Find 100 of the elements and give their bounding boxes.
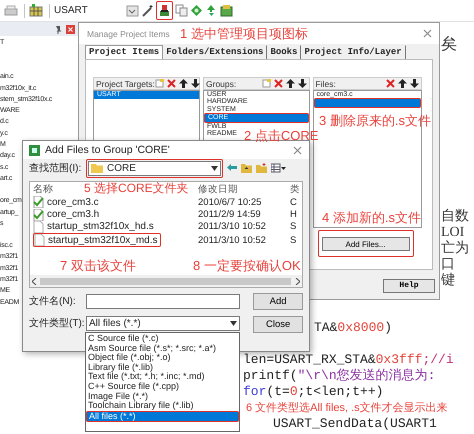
code-line: len=USART_RX_STA&0x3fff;//i	[243, 352, 454, 368]
document-icon	[33, 220, 44, 233]
file-date: 2011/3/10 10:52	[198, 221, 267, 232]
document-icon	[33, 196, 44, 208]
add-button[interactable]: Add	[253, 292, 303, 310]
column-header[interactable]: 修改日期	[198, 184, 238, 194]
column-header[interactable]: 名称	[33, 182, 53, 196]
annotation-text: 3 删除原来的.s文件	[319, 113, 431, 129]
down-arrow-icon[interactable]	[410, 79, 419, 88]
list-label: Files:	[316, 78, 336, 88]
down-arrow-icon[interactable]	[190, 79, 200, 88]
books-icon[interactable]	[220, 4, 233, 17]
annotation-text: 7 双击该文件	[60, 258, 136, 274]
code-fragment: 亡为	[441, 241, 470, 257]
folder-dropdown[interactable]: CORE	[88, 160, 221, 176]
app-icon	[29, 144, 40, 156]
code-line: TA&0x8000)	[314, 320, 392, 336]
delete-icon[interactable]	[166, 79, 176, 88]
diamond-icon[interactable]	[190, 4, 203, 17]
dropdown-option[interactable]: Toolchain Library file (*.lib)	[86, 401, 239, 411]
scroll-bar[interactable]	[30, 275, 302, 287]
stack-icon[interactable]	[158, 4, 171, 17]
code-fragment: LOI	[441, 225, 466, 240]
dropdown-option[interactable]: Library file (*.lib)	[86, 362, 239, 372]
window-icon[interactable]	[126, 4, 139, 17]
grid-icon[interactable]	[29, 4, 43, 17]
delete-icon[interactable]	[386, 79, 395, 88]
new-icon[interactable]	[262, 79, 270, 88]
close-icon[interactable]	[422, 28, 433, 39]
file-name[interactable]: core_cm3.c	[33, 196, 99, 208]
chevron-left-icon[interactable]	[32, 278, 37, 284]
close-button[interactable]: Close	[253, 316, 303, 333]
dropdown-option[interactable]: Text file (*.txt; *.h; *.inc; *.md)	[86, 372, 239, 382]
column-header[interactable]: 类	[290, 184, 300, 194]
file-date: 2010/6/7 10:25	[198, 196, 262, 208]
list-label: Project Targets:	[96, 78, 155, 88]
printer-icon[interactable]	[4, 4, 18, 16]
target-name[interactable]: USART	[54, 5, 88, 16]
code-line: USART_SendData(USART1	[273, 416, 437, 432]
file-name[interactable]: startup_stm32f10x_hd.s	[33, 220, 154, 233]
pin-icon[interactable]	[54, 24, 62, 34]
annotation-text: 5 选择CORE文件夹	[84, 180, 189, 196]
close-icon[interactable]	[292, 144, 303, 156]
file-type: S	[290, 234, 298, 246]
dropdown-option[interactable]: All files (*.*)	[87, 412, 238, 422]
file-date: 2011/2/9 14:59	[198, 209, 262, 220]
list-label: Groups:	[206, 78, 236, 88]
caret-icon	[230, 321, 238, 326]
dropdown-value: CORE	[107, 162, 137, 174]
caret-icon	[211, 166, 218, 170]
dropdown-value: All files (*.*)	[89, 318, 141, 329]
wand-icon[interactable]	[140, 4, 154, 17]
file-type: H	[290, 209, 298, 220]
code-line: for(t=0;t<len;t++)	[243, 384, 384, 400]
down-arrow-icon[interactable]	[298, 79, 306, 88]
up-arrow-icon[interactable]	[178, 79, 188, 88]
document-icon	[33, 208, 44, 221]
dropdown-option[interactable]: C++ Source file (*.cpp)	[86, 382, 239, 392]
dropdown-option[interactable]: C Source file (*.c)	[86, 334, 239, 344]
annotation-text: 8 一定要按确认OK	[193, 258, 301, 274]
help-button[interactable]: Help	[383, 278, 435, 292]
tab[interactable]: Project Items	[85, 45, 164, 59]
code-fragment: 键	[441, 273, 456, 289]
code-fragment: 矣	[441, 37, 458, 53]
annotation-text: 2 点击CORE	[244, 128, 318, 144]
add-files-button[interactable]: Add Files...	[322, 237, 410, 251]
file-name[interactable]: startup_stm32f10x_md.s	[34, 234, 158, 246]
code-fragment: 自数	[441, 209, 470, 225]
annotation-text: 1 选中管理项目项图标	[180, 26, 308, 42]
up-folder-icon[interactable]	[241, 163, 252, 173]
dialog-title: Manage Project Items	[87, 28, 170, 38]
document-icon	[34, 234, 45, 246]
folder-icon	[91, 163, 103, 173]
chevron-right-icon[interactable]	[295, 278, 300, 284]
dropdown-option[interactable]: Image File (*.*)	[86, 392, 239, 402]
file-type: S	[290, 221, 298, 232]
view-menu-icon[interactable]	[271, 163, 286, 173]
file-name-field[interactable]	[86, 294, 240, 308]
file-type-dropdown[interactable]: All files (*.*)	[86, 316, 240, 331]
new-icon[interactable]	[154, 79, 164, 88]
close-icon[interactable]	[66, 24, 75, 34]
code-fragment: 口	[441, 257, 456, 272]
file-type: C	[290, 196, 298, 208]
up-arrow-icon[interactable]	[398, 79, 407, 88]
back-arrow-icon[interactable]	[227, 163, 237, 172]
field-label: 文件类型(T):	[29, 316, 86, 330]
annotation-text: 6 文件类型选All files, .s文件才会显示出来	[246, 400, 448, 416]
up-arrow-icon[interactable]	[286, 79, 294, 88]
field-label: 查找范围(I):	[29, 162, 82, 175]
code-line: printf("\r\n您发送的消息为:	[243, 368, 436, 384]
field-label: 文件名(N):	[29, 294, 77, 308]
new-folder-icon[interactable]	[256, 163, 267, 173]
dropdown-option[interactable]: Asm Source file (*.s*; *.src; *.a*)	[86, 344, 239, 354]
dialog-title: Add Files to Group 'CORE'	[45, 144, 171, 156]
dropdown-option[interactable]: Object file (*.obj; *.o)	[86, 353, 239, 363]
delete-icon[interactable]	[274, 79, 282, 88]
file-date: 2011/3/10 10:52	[198, 234, 267, 246]
annotation-text: 4 添加新的.s文件	[322, 210, 421, 226]
file-name[interactable]: core_cm3.h	[33, 208, 100, 221]
arrows-icon[interactable]	[204, 4, 218, 17]
